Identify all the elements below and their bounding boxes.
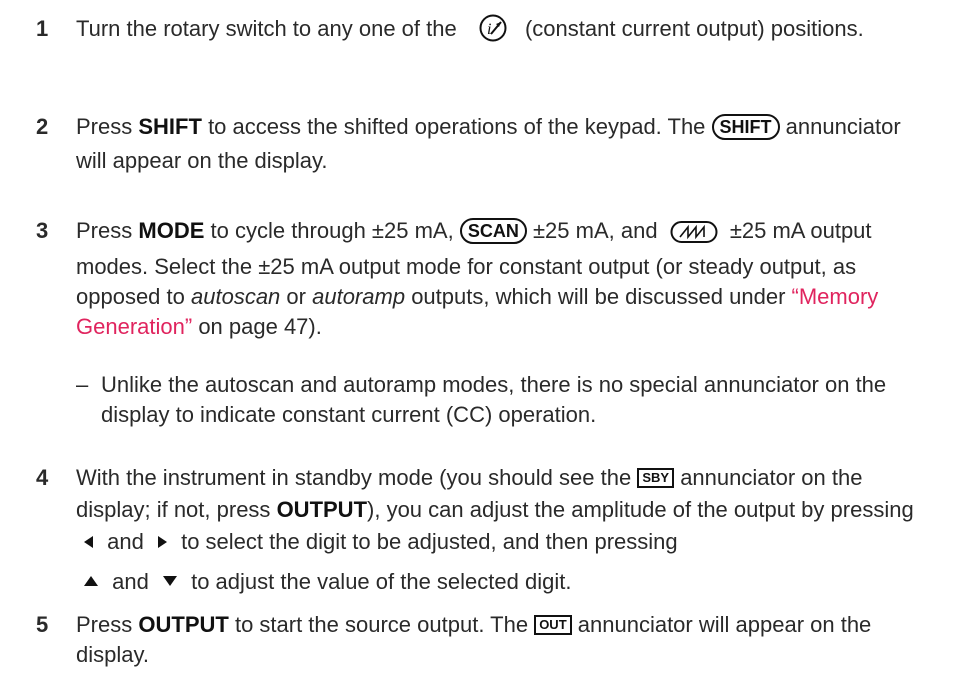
step-number: 1 — [36, 16, 49, 41]
svg-text:i: i — [487, 21, 491, 38]
shift-key-label: SHIFT — [138, 114, 202, 139]
autoramp-term: autoramp — [312, 284, 406, 309]
text: Press — [76, 114, 133, 139]
text: to access the shifted operations of the … — [208, 114, 706, 139]
down-arrow-icon — [162, 576, 177, 586]
step-text: Press MODE to cycle through ±25 mA, SCAN… — [76, 216, 936, 342]
text: ), you can adjust the amplitude of the o… — [367, 497, 914, 522]
left-arrow-icon — [84, 536, 93, 548]
text: to adjust the value of the selected digi… — [191, 569, 572, 594]
bullet-dash: – — [76, 372, 89, 397]
step-text: Turn the rotary switch to any one of the… — [76, 12, 936, 52]
text: and — [107, 529, 144, 554]
step-text: Press SHIFT to access the shifted operat… — [76, 110, 936, 178]
bullet-text: Unlike the autoscan and autoramp modes, … — [101, 372, 887, 427]
scan-annunciator: SCAN — [459, 218, 527, 244]
output-key-label: OUTPUT — [138, 612, 229, 637]
step-number: 5 — [36, 612, 49, 637]
right-arrow-icon — [157, 536, 167, 548]
step-4-last-line: and to adjust the value of the selected … — [76, 566, 936, 598]
ramp-wave-icon — [670, 220, 718, 252]
shift-annunciator: SHIFT — [711, 114, 780, 140]
text: to cycle through ±25 mA, — [210, 218, 454, 243]
step-number: 4 — [36, 465, 49, 490]
step-3-continuation: autoscan or autoramp outputs, which will… — [76, 284, 878, 339]
mode-key-label: MODE — [138, 218, 205, 243]
step-text: Press OUTPUT to start the source output.… — [76, 610, 936, 670]
text: Turn the rotary switch to any one of the — [76, 16, 457, 41]
text: on page 47). — [198, 314, 322, 339]
text: Press — [76, 218, 133, 243]
text: With the instrument in standby mode (you… — [76, 465, 632, 490]
text: to start the source output. The — [234, 612, 529, 637]
text: to select the digit to be adjusted, and … — [181, 529, 678, 554]
step-number: 2 — [36, 114, 49, 139]
text: (constant current output) positions. — [524, 16, 864, 41]
text: Press — [76, 612, 133, 637]
up-arrow-icon — [84, 576, 98, 586]
text: ±25 mA, and — [532, 218, 658, 243]
autoscan-term: autoscan — [191, 284, 281, 309]
document-page: 1 Turn the rotary switch to any one of t… — [0, 0, 953, 673]
text: outputs, which will be discussed under — [411, 284, 786, 309]
step-text: With the instrument in standby mode (you… — [76, 462, 936, 598]
text: and — [112, 569, 149, 594]
sby-annunciator: SBY — [637, 468, 675, 488]
constant-current-icon: i — [477, 14, 509, 52]
step-number: 3 — [36, 218, 49, 243]
text: or — [286, 284, 306, 309]
out-annunciator: OUT — [534, 615, 572, 635]
output-key-label: OUTPUT — [276, 497, 368, 522]
